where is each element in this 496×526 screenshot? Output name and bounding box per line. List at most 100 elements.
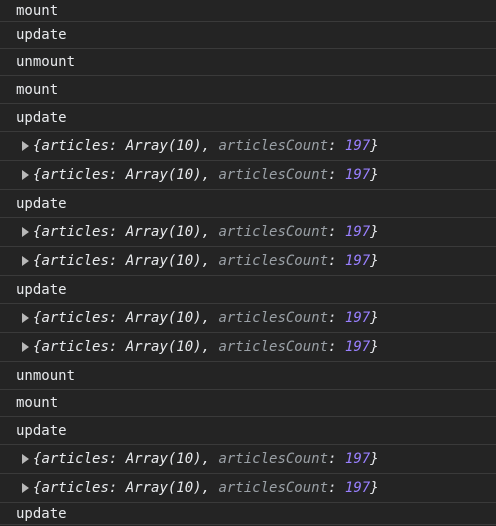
object-preview[interactable]: {articles: Array(10), articlesCount: 197… [33,451,379,467]
colon: : [108,480,126,496]
console-object-row[interactable]: {articles: Array(10), articlesCount: 197… [0,333,496,362]
comma: , [201,310,219,326]
object-key-articles: articles [41,224,109,240]
console-log-row: unmount [0,49,496,76]
object-value-array: Array(10) [125,253,202,269]
colon: : [108,310,126,326]
comma: , [201,138,219,154]
colon: : [328,138,345,154]
object-key-articles-count: articlesCount [218,138,329,154]
brace-close: } [370,224,379,240]
object-key-articles: articles [41,253,109,269]
console-object-row[interactable]: {articles: Array(10), articlesCount: 197… [0,304,496,333]
brace-close: } [370,339,379,355]
object-key-articles-count: articlesCount [218,339,329,355]
object-key-articles-count: articlesCount [218,224,329,240]
object-value-array: Array(10) [125,451,202,467]
colon: : [328,339,345,355]
object-value-array: Array(10) [125,224,202,240]
comma: , [201,224,219,240]
log-message: unmount [16,367,76,384]
console-object-row[interactable]: {articles: Array(10), articlesCount: 197… [0,161,496,190]
object-value-array: Array(10) [125,310,202,326]
brace-close: } [370,480,379,496]
object-value-number: 197 [344,310,371,326]
console-object-row[interactable]: {articles: Array(10), articlesCount: 197… [0,218,496,247]
console-log-row: update [0,276,496,304]
object-preview[interactable]: {articles: Array(10), articlesCount: 197… [33,253,379,269]
object-preview[interactable]: {articles: Array(10), articlesCount: 197… [33,167,379,183]
object-key-articles-count: articlesCount [218,480,329,496]
log-message: update [16,422,67,439]
console-log-row: mount [0,76,496,104]
comma: , [201,480,219,496]
object-preview[interactable]: {articles: Array(10), articlesCount: 197… [33,224,379,240]
expand-caret-icon[interactable] [22,454,29,464]
brace-close: } [370,253,379,269]
log-message: update [16,27,67,43]
brace-close: } [370,167,379,183]
expand-caret-icon[interactable] [22,141,29,151]
colon: : [328,253,345,269]
object-preview[interactable]: {articles: Array(10), articlesCount: 197… [33,138,379,154]
log-message: update [16,195,67,212]
log-message: mount [16,81,59,98]
object-value-array: Array(10) [125,339,202,355]
console-panel: mount update unmount mount update {articles: … [0,0,496,526]
colon: : [328,224,345,240]
console-log-row: update [0,503,496,525]
object-key-articles: articles [41,310,109,326]
object-preview[interactable]: {articles: Array(10), articlesCount: 197… [33,339,379,355]
colon: : [108,138,126,154]
comma: , [201,451,219,467]
object-key-articles: articles [41,167,109,183]
colon: : [328,451,345,467]
console-log-row: update [0,104,496,132]
object-value-number: 197 [344,451,371,467]
object-preview[interactable]: {articles: Array(10), articlesCount: 197… [33,310,379,326]
console-log-row: update [0,22,496,49]
object-preview[interactable]: {articles: Array(10), articlesCount: 197… [33,480,379,496]
comma: , [201,339,219,355]
log-message: unmount [16,54,76,70]
colon: : [108,253,126,269]
object-key-articles: articles [41,451,109,467]
console-log-row: mount [0,390,496,417]
console-object-row[interactable]: {articles: Array(10), articlesCount: 197… [0,474,496,503]
expand-caret-icon[interactable] [22,313,29,323]
object-value-number: 197 [344,138,371,154]
object-value-array: Array(10) [125,480,202,496]
object-key-articles: articles [41,138,109,154]
object-value-number: 197 [344,224,371,240]
expand-caret-icon[interactable] [22,170,29,180]
console-object-row[interactable]: {articles: Array(10), articlesCount: 197… [0,445,496,474]
console-object-row[interactable]: {articles: Array(10), articlesCount: 197… [0,247,496,276]
colon: : [108,224,126,240]
object-value-number: 197 [344,339,371,355]
log-message: update [16,281,67,298]
colon: : [328,480,345,496]
colon: : [108,451,126,467]
console-log-row: update [0,417,496,445]
expand-caret-icon[interactable] [22,227,29,237]
console-object-row[interactable]: {articles: Array(10), articlesCount: 197… [0,132,496,161]
log-message: update [16,505,67,522]
brace-close: } [370,310,379,326]
console-log-row: mount [0,0,496,22]
object-value-number: 197 [344,253,371,269]
expand-caret-icon[interactable] [22,483,29,493]
object-key-articles: articles [41,480,109,496]
expand-caret-icon[interactable] [22,256,29,266]
object-value-number: 197 [344,480,371,496]
console-log-row: update [0,190,496,218]
colon: : [108,339,126,355]
log-message: mount [16,395,59,411]
colon: : [108,167,126,183]
comma: , [201,167,219,183]
expand-caret-icon[interactable] [22,342,29,352]
object-key-articles-count: articlesCount [218,310,329,326]
log-message: mount [16,2,59,19]
colon: : [328,310,345,326]
object-value-number: 197 [344,167,371,183]
object-key-articles-count: articlesCount [218,167,329,183]
